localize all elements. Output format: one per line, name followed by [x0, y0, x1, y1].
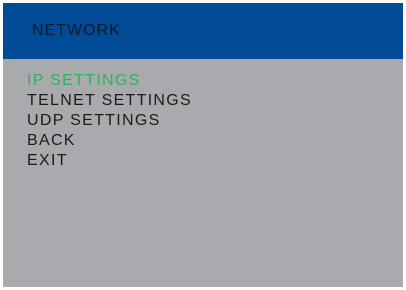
menu-item-udp-settings[interactable]: UDP SETTINGS	[27, 111, 192, 131]
menu-item-ip-settings[interactable]: IP SETTINGS	[27, 71, 192, 91]
page-title: NETWORK	[32, 22, 121, 39]
osd-screen: NETWORK IP SETTINGS TELNET SETTINGS UDP …	[3, 3, 403, 287]
menu-item-telnet-settings[interactable]: TELNET SETTINGS	[27, 91, 192, 111]
menu-item-exit[interactable]: EXIT	[27, 151, 192, 171]
network-menu: IP SETTINGS TELNET SETTINGS UDP SETTINGS…	[27, 71, 192, 171]
header-bar: NETWORK	[3, 3, 403, 59]
menu-item-back[interactable]: BACK	[27, 131, 192, 151]
